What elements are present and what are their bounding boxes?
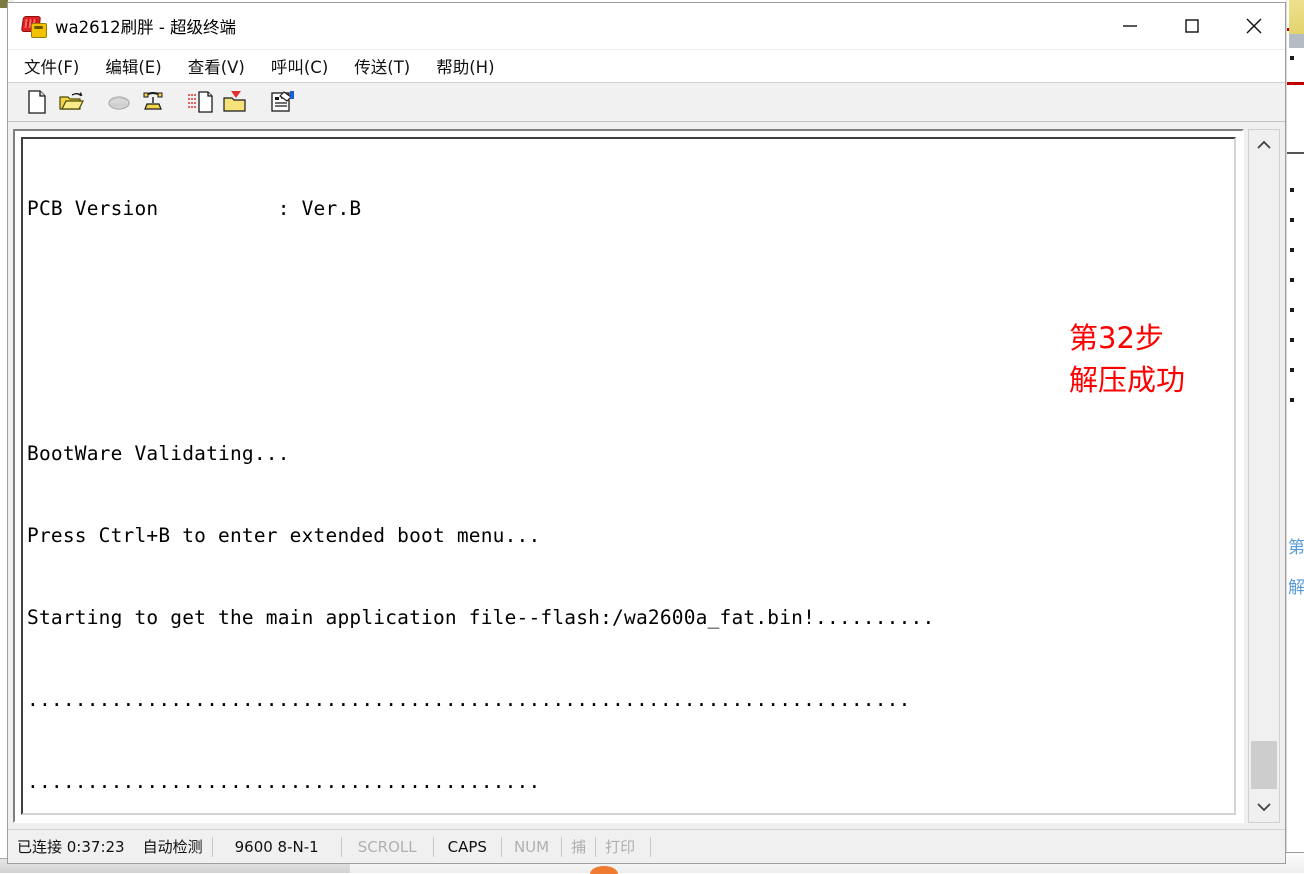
maximize-icon <box>1185 18 1199 33</box>
minimize-icon <box>1123 24 1137 27</box>
toolbar-send[interactable] <box>186 87 216 117</box>
menu-bar: 文件(F) 编辑(E) 查看(V) 呼叫(C) 传送(T) 帮助(H) <box>8 49 1285 83</box>
receive-file-icon <box>223 91 246 112</box>
open-folder-icon <box>59 92 84 110</box>
toolbar-receive[interactable] <box>220 87 250 117</box>
hyperterminal-icon <box>20 15 47 38</box>
menu-edit[interactable]: 编辑(E) <box>103 52 163 80</box>
menu-transfer[interactable]: 传送(T) <box>352 52 412 80</box>
window-controls <box>1099 3 1285 48</box>
minimize-button[interactable] <box>1099 3 1161 48</box>
status-scroll: SCROLL <box>357 837 417 856</box>
bg-blue-glyph-2: 解 <box>1288 578 1304 598</box>
chevron-up-icon <box>1257 140 1271 149</box>
terminal-line: Starting to get the main application fil… <box>27 606 935 630</box>
status-caps: CAPS <box>447 837 487 856</box>
bg-bullet-3 <box>1290 248 1294 252</box>
scroll-down-button[interactable] <box>1249 792 1279 822</box>
terminal-output: PCB Version : Ver.B BootWare Validating.… <box>27 140 1234 813</box>
disconnect-phone-icon <box>108 96 130 110</box>
status-serial: 9600 8-N-1 <box>234 837 319 856</box>
scroll-up-button[interactable] <box>1249 130 1279 160</box>
bg-red-rule-2 <box>1287 82 1304 85</box>
bg-bullet-4 <box>1290 278 1294 282</box>
scroll-thumb[interactable] <box>1251 741 1277 789</box>
status-detect: 自动检测 <box>142 837 203 856</box>
close-icon <box>1246 18 1262 33</box>
status-bar: 已连接 0:37:23 自动检测 9600 8-N-1 SCROLL CAPS … <box>8 829 1285 863</box>
send-file-icon <box>188 91 213 113</box>
close-button[interactable] <box>1223 3 1285 48</box>
maximize-button[interactable] <box>1161 3 1223 48</box>
menu-view[interactable]: 查看(V) <box>186 52 247 80</box>
toolbar-properties[interactable] <box>268 87 298 117</box>
properties-icon <box>271 91 294 112</box>
toolbar <box>8 83 1285 122</box>
bg-blue-glyph-1: 第 <box>1288 538 1304 558</box>
terminal-scrollbar[interactable] <box>1248 129 1280 823</box>
bg-document-column: 第 第 解 <box>1286 0 1304 872</box>
terminal-frame: PCB Version : Ver.B BootWare Validating.… <box>13 129 1244 823</box>
toolbar-disconnect[interactable] <box>104 87 134 117</box>
bg-bullet-1 <box>1290 188 1294 192</box>
bg-dark-rule <box>1287 152 1304 154</box>
terminal-line: ........................................… <box>27 687 911 711</box>
bg-bullet-5 <box>1290 308 1294 312</box>
call-phone-icon <box>143 92 163 110</box>
scroll-track[interactable] <box>1249 160 1279 792</box>
menu-call[interactable]: 呼叫(C) <box>269 52 330 80</box>
menu-file[interactable]: 文件(F) <box>22 52 81 80</box>
toolbar-new-connection[interactable] <box>22 87 52 117</box>
terminal-line: ........................................… <box>27 769 541 793</box>
bg-bullet-7 <box>1290 368 1294 372</box>
toolbar-call[interactable] <box>138 87 168 117</box>
new-document-icon <box>28 90 46 114</box>
annotation-step-text: 第32步 解压成功 <box>1069 321 1186 397</box>
status-num: NUM <box>513 837 550 856</box>
bg-bullet-2 <box>1290 218 1294 222</box>
menu-help[interactable]: 帮助(H) <box>434 52 496 80</box>
hyperterminal-window: wa2612刷胖 - 超级终端 文件(F) 编辑(E) 查看(V) 呼叫(C) … <box>7 2 1286 864</box>
bg-bullet-8 <box>1290 398 1294 402</box>
bg-bullet-6 <box>1290 338 1294 342</box>
window-title: wa2612刷胖 - 超级终端 <box>55 17 237 37</box>
bg-yellow-panel <box>1289 0 1304 34</box>
title-bar[interactable]: wa2612刷胖 - 超级终端 <box>8 3 1285 49</box>
terminal-line: BootWare Validating... <box>27 442 290 466</box>
bg-bullet-a <box>1290 56 1294 60</box>
terminal-line: Press Ctrl+B to enter extended boot menu… <box>27 524 541 548</box>
toolbar-open[interactable] <box>56 87 86 117</box>
bg-gray-panel <box>1289 34 1304 48</box>
status-divider <box>650 836 652 857</box>
status-connected: 已连接 0:37:23 <box>17 837 125 856</box>
terminal-area: PCB Version : Ver.B BootWare Validating.… <box>8 122 1285 829</box>
terminal-screen[interactable]: PCB Version : Ver.B BootWare Validating.… <box>21 137 1236 815</box>
terminal-line: PCB Version : Ver.B <box>27 196 362 220</box>
status-capture: 捕 <box>571 837 587 856</box>
chevron-down-icon <box>1257 803 1271 812</box>
status-print: 打印 <box>605 837 636 856</box>
